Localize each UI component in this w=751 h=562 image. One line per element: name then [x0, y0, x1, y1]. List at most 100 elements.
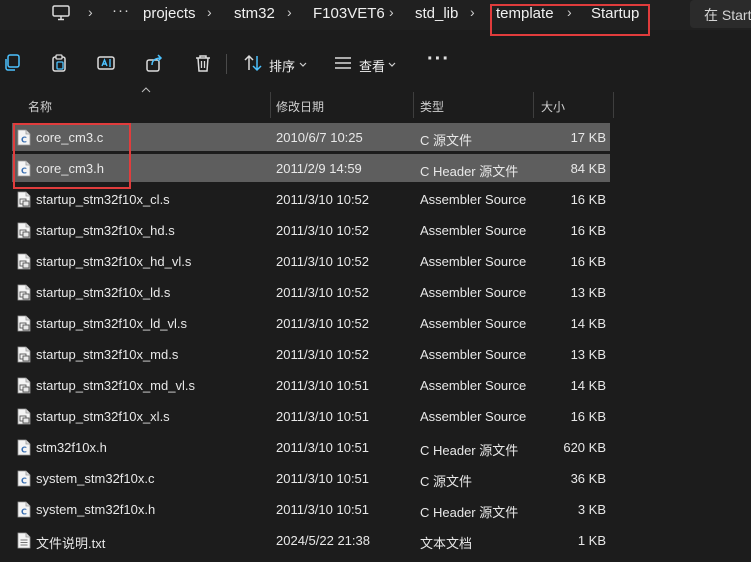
sort-icon[interactable]: [244, 54, 262, 72]
chevron-right-icon[interactable]: ›: [207, 4, 212, 20]
rename-icon[interactable]: [97, 54, 115, 72]
file-row[interactable]: startup_stm32f10x_ld.s 2011/3/10 10:52 Ass…: [12, 278, 610, 306]
file-row[interactable]: startup_stm32f10x_hd.s 2011/3/10 10:52 Ass…: [12, 216, 610, 244]
assembler-file-icon: [17, 191, 31, 208]
file-size: 3 KB: [577, 502, 606, 517]
file-modified-date: 2010/6/7 10:25: [276, 130, 363, 145]
paste-icon[interactable]: [50, 54, 68, 72]
file-modified-date: 2011/3/10 10:51: [276, 409, 370, 424]
chevron-right-icon[interactable]: ›: [88, 4, 93, 20]
share-icon[interactable]: [146, 54, 164, 72]
chevron-right-icon[interactable]: ›: [389, 4, 394, 20]
address-ellipsis[interactable]: ···: [112, 2, 130, 19]
file-name: startup_stm32f10x_md.s: [36, 347, 179, 362]
address-bar: › ··· › projects › stm32 › F103VET6 › st…: [0, 0, 751, 36]
column-header-row: 名称 修改日期 类型 大小: [0, 87, 751, 118]
file-row[interactable]: startup_stm32f10x_hd_vl.s 2011/3/10 10:52…: [12, 247, 610, 275]
file-name: startup_stm32f10x_cl.s: [36, 192, 170, 207]
this-pc-icon[interactable]: [52, 5, 70, 21]
assembler-file-icon: [17, 377, 31, 394]
file-row[interactable]: Csystem_stm32f10x.h 2011/3/10 10:51 C Head…: [12, 495, 610, 523]
copy-icon[interactable]: [3, 54, 21, 72]
column-header-name[interactable]: 名称: [28, 98, 52, 115]
column-separator[interactable]: [613, 92, 614, 118]
chevron-down-icon[interactable]: [388, 62, 396, 67]
command-bar: 排序 查看 ···: [0, 40, 751, 88]
file-row[interactable]: startup_stm32f10x_ld_vl.s 2011/3/10 10:52…: [12, 309, 610, 337]
file-modified-date: 2011/3/10 10:51: [276, 440, 370, 455]
file-name: startup_stm32f10x_md_vl.s: [36, 378, 195, 393]
file-size: 16 KB: [570, 223, 606, 238]
file-type: C Header 源文件: [420, 164, 519, 179]
view-button-label[interactable]: 查看: [359, 56, 385, 75]
file-name: core_cm3.c: [36, 130, 104, 145]
file-modified-date: 2011/3/10 10:51: [276, 471, 370, 486]
file-type: C 源文件: [420, 133, 473, 148]
chevron-right-icon[interactable]: ›: [287, 4, 292, 20]
breadcrumb-highlight-box: [490, 4, 650, 36]
file-size: 14 KB: [570, 378, 606, 393]
file-size: 36 KB: [570, 471, 606, 486]
file-type: C Header 源文件: [420, 443, 519, 458]
svg-text:C: C: [21, 136, 27, 145]
file-size: 620 KB: [563, 440, 606, 455]
c-header-file-icon: C: [17, 439, 31, 456]
search-placeholder: 在 Startup: [704, 7, 751, 23]
file-row[interactable]: Cstm32f10x.h 2011/3/10 10:51 C Header 源文件 6…: [12, 433, 610, 461]
file-type: Assembler Source: [420, 378, 527, 393]
file-name: startup_stm32f10x_ld.s: [36, 285, 171, 300]
toolbar-divider: [226, 54, 227, 74]
column-separator[interactable]: [270, 92, 271, 118]
file-row[interactable]: Csystem_stm32f10x.c 2011/3/10 10:51 C 源文件 3…: [12, 464, 610, 492]
more-options-button[interactable]: ···: [427, 48, 450, 71]
file-row[interactable]: 文件说明.txt 2024/5/22 21:38 文本文档 1 KB: [12, 526, 610, 554]
c-source-file-icon: C: [17, 129, 31, 146]
file-type: Assembler Source: [420, 285, 527, 300]
file-type: Assembler Source: [420, 254, 527, 269]
file-modified-date: 2024/5/22 21:38: [276, 533, 370, 548]
file-size: 16 KB: [570, 409, 606, 424]
chevron-down-icon[interactable]: [299, 62, 307, 67]
chevron-right-icon[interactable]: ›: [470, 4, 475, 20]
column-header-type[interactable]: 类型: [420, 98, 444, 115]
file-row[interactable]: startup_stm32f10x_cl.s 2011/3/10 10:52 Ass…: [12, 185, 610, 213]
sort-button-label[interactable]: 排序: [269, 56, 295, 75]
file-size: 17 KB: [570, 130, 606, 145]
breadcrumb-stm32[interactable]: stm32: [234, 5, 275, 22]
file-type: Assembler Source: [420, 192, 527, 207]
column-separator[interactable]: [413, 92, 414, 118]
breadcrumb-std-lib[interactable]: std_lib: [415, 5, 458, 22]
file-type: Assembler Source: [420, 223, 527, 238]
file-modified-date: 2011/3/10 10:52: [276, 285, 370, 300]
file-type: 文本文档: [420, 536, 473, 551]
file-modified-date: 2011/3/10 10:51: [276, 502, 370, 517]
c-header-file-icon: C: [17, 160, 31, 177]
file-modified-date: 2011/3/10 10:52: [276, 347, 370, 362]
column-header-date[interactable]: 修改日期: [276, 98, 324, 115]
file-row[interactable]: startup_stm32f10x_md_vl.s 2011/3/10 10:51…: [12, 371, 610, 399]
file-row[interactable]: startup_stm32f10x_md.s 2011/3/10 10:52 Ass…: [12, 340, 610, 368]
file-row[interactable]: startup_stm32f10x_xl.s 2011/3/10 10:51 Ass…: [12, 402, 610, 430]
delete-icon[interactable]: [194, 54, 212, 72]
search-box[interactable]: 在 Startup: [690, 0, 751, 28]
assembler-file-icon: [17, 315, 31, 332]
file-modified-date: 2011/3/10 10:52: [276, 223, 370, 238]
assembler-file-icon: [17, 408, 31, 425]
file-modified-date: 2011/2/9 14:59: [276, 161, 362, 176]
file-row[interactable]: Ccore_cm3.c 2010/6/7 10:25 C 源文件 17 KB: [12, 123, 610, 151]
file-size: 1 KB: [577, 533, 606, 548]
file-row[interactable]: Ccore_cm3.h 2011/2/9 14:59 C Header 源文件 84 …: [12, 154, 610, 182]
file-size: 84 KB: [570, 161, 606, 176]
file-name: startup_stm32f10x_xl.s: [36, 409, 170, 424]
view-icon[interactable]: [334, 54, 352, 72]
file-size: 13 KB: [570, 285, 606, 300]
file-name: core_cm3.h: [36, 161, 104, 176]
assembler-file-icon: [17, 222, 31, 239]
breadcrumb-f103vet6[interactable]: F103VET6: [313, 5, 385, 22]
file-type: C 源文件: [420, 474, 473, 489]
breadcrumb-projects[interactable]: projects: [143, 5, 196, 22]
file-name: startup_stm32f10x_ld_vl.s: [36, 316, 188, 331]
column-separator[interactable]: [533, 92, 534, 118]
column-header-size[interactable]: 大小: [541, 98, 565, 115]
file-size: 13 KB: [570, 347, 606, 362]
